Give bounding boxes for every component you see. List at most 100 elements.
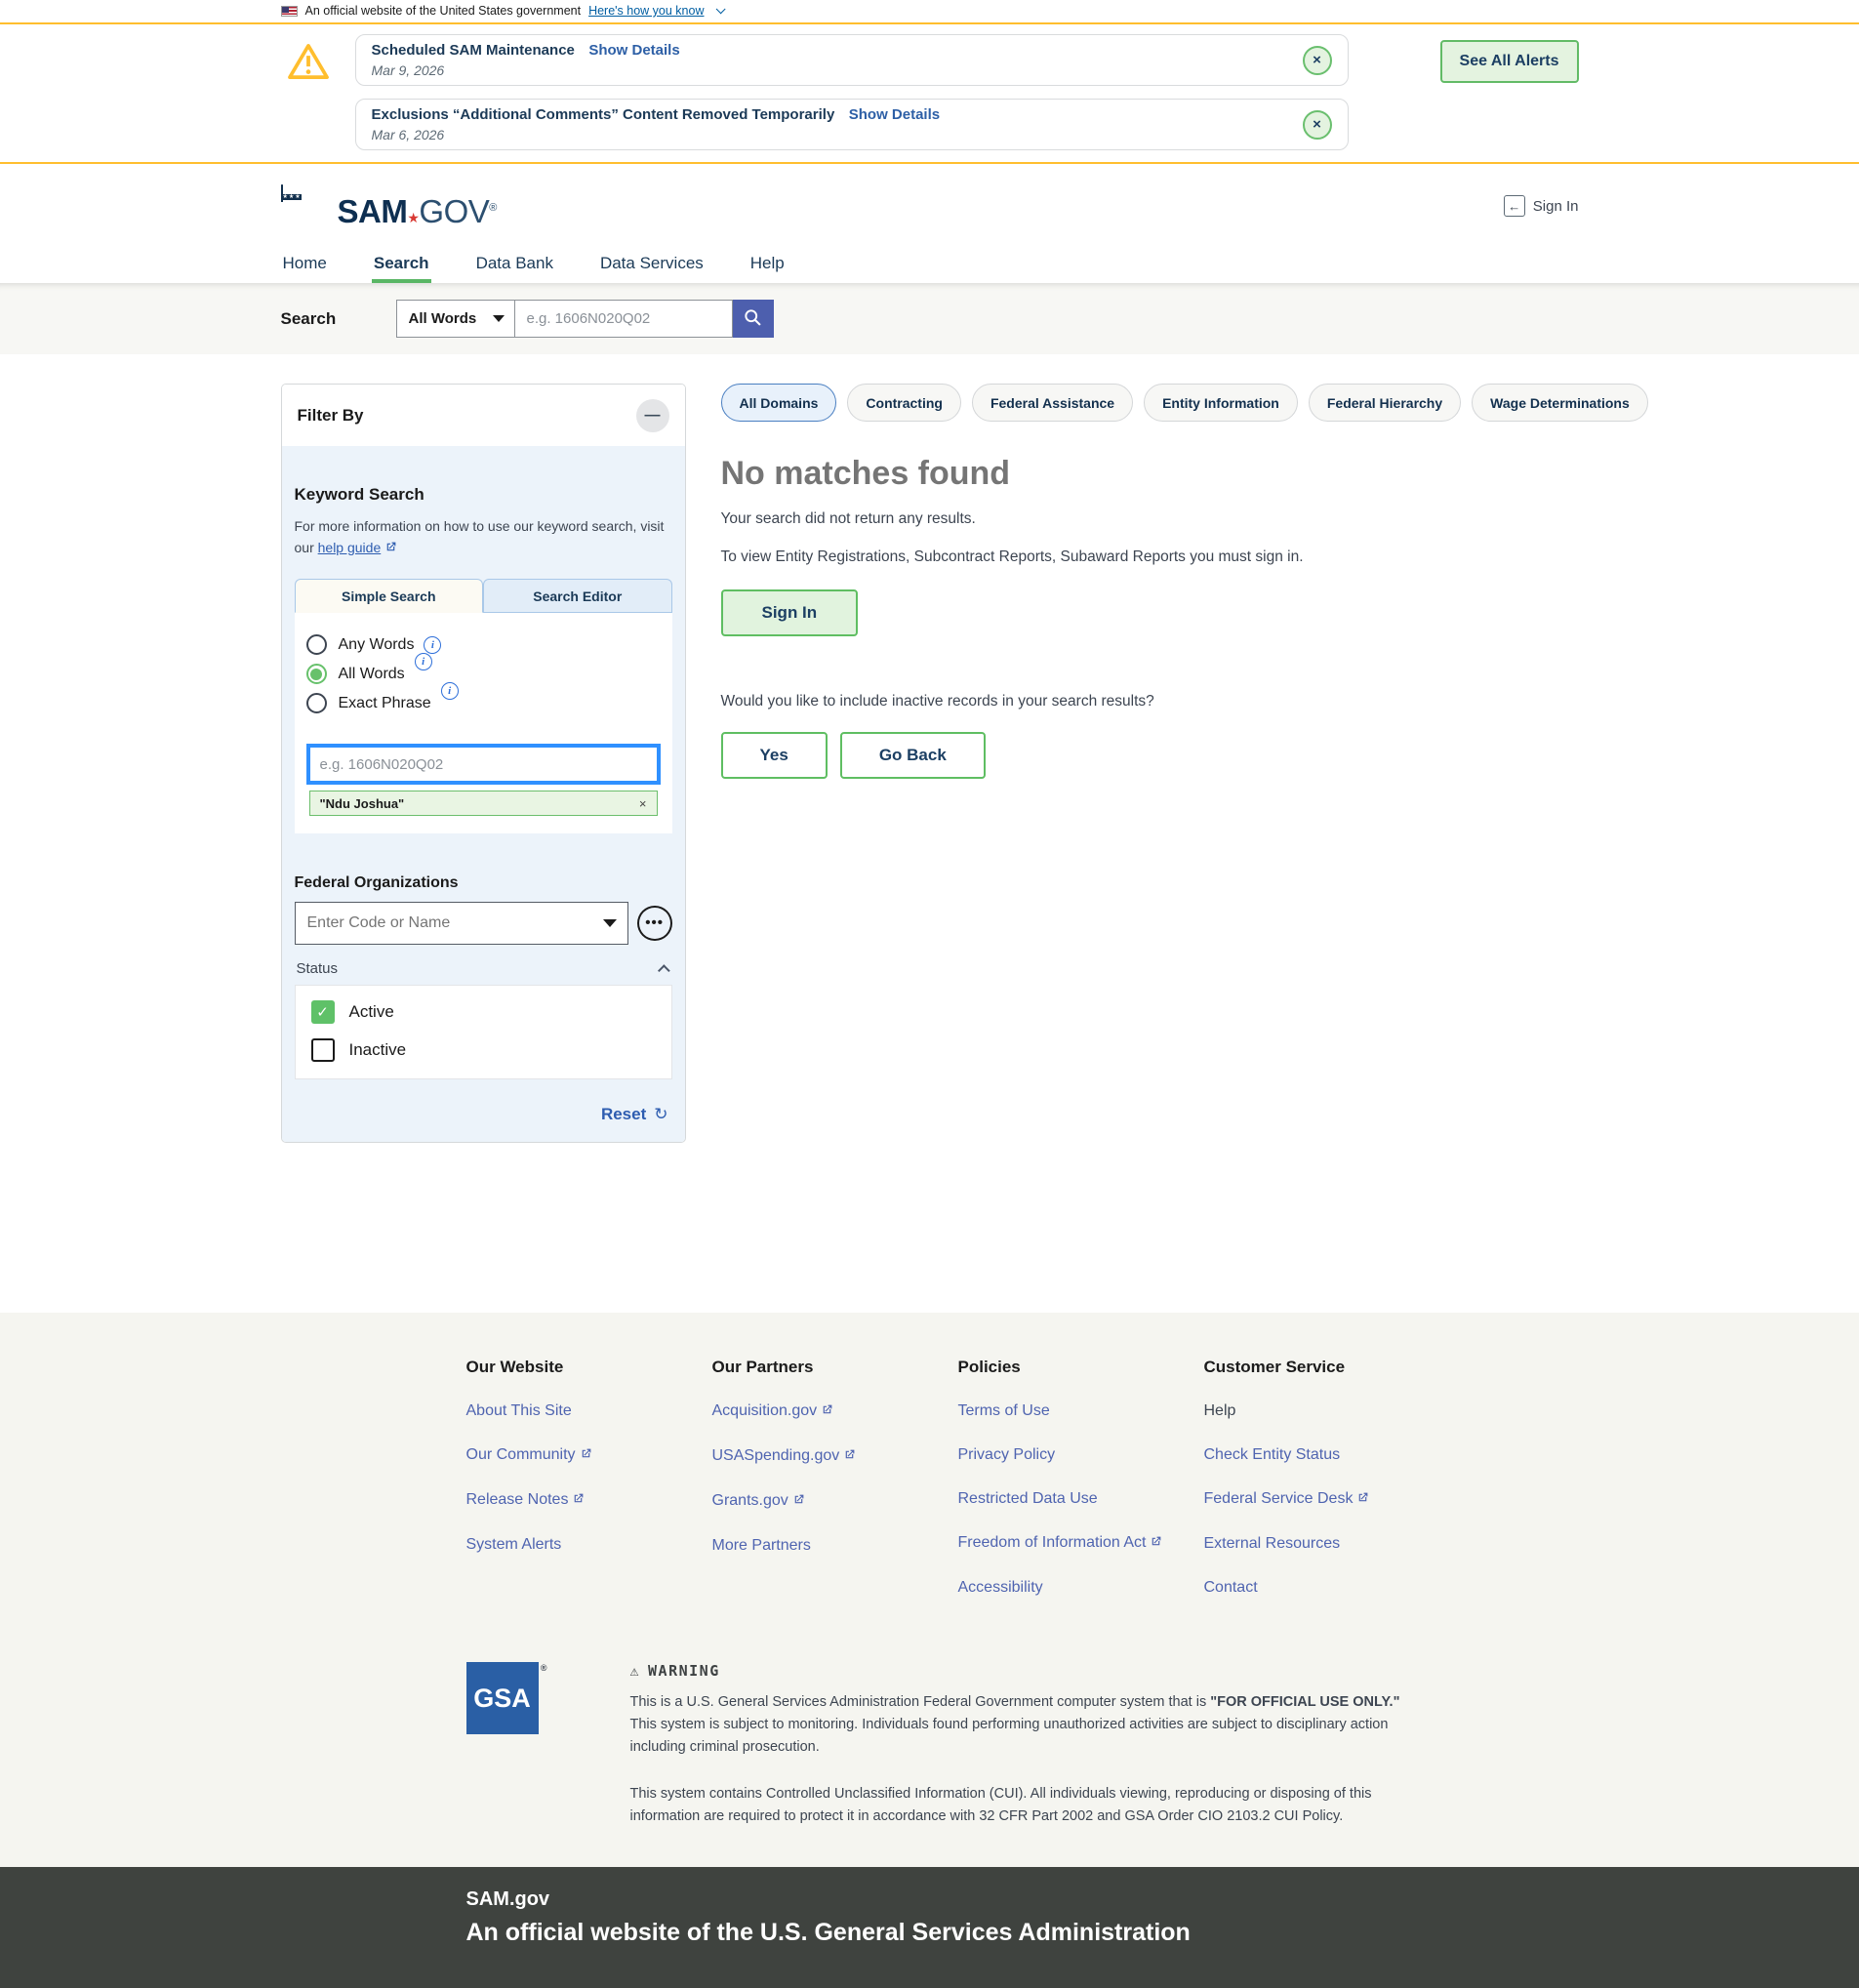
checkbox-label-active[interactable]: Active <box>349 1002 394 1022</box>
how-you-know-link[interactable]: Here's how you know <box>588 4 704 18</box>
gov-banner-text: An official website of the United States… <box>304 4 582 18</box>
uncle-sam-hat-icon: ★★★ <box>280 184 332 226</box>
search-mode-select[interactable]: All Words <box>395 300 515 338</box>
results-line2: To view Entity Registrations, Subcontrac… <box>720 548 1304 565</box>
footer-link-about-this-site[interactable]: About This Site <box>466 1402 712 1420</box>
nav-item-data-bank[interactable]: Data Bank <box>474 246 555 283</box>
close-icon[interactable]: × <box>1302 109 1332 140</box>
site-header: ★★★ SAM★GOV® ← Sign In <box>0 164 1859 236</box>
checkbox-label-inactive[interactable]: Inactive <box>349 1040 407 1060</box>
status-box: ✓ Active Inactive <box>294 985 672 1080</box>
help-guide-link[interactable]: help guide <box>318 540 382 555</box>
search-label: Search <box>280 308 337 328</box>
radio-label-exact-phrase[interactable]: Exact Phrase <box>339 695 431 712</box>
footer-link-external-resources[interactable]: External Resources <box>1204 1535 1450 1553</box>
radio-label-any-words[interactable]: Any Words <box>339 636 415 654</box>
footer-link-federal-service-desk[interactable]: Federal Service Desk <box>1204 1490 1450 1509</box>
alert-title: Scheduled SAM Maintenance <box>371 42 575 59</box>
footer: Our Website About This Site Our Communit… <box>0 1313 1859 1867</box>
pill-contracting[interactable]: Contracting <box>847 384 961 422</box>
footer-link-restricted-data-use[interactable]: Restricted Data Use <box>958 1490 1204 1508</box>
chevron-up-icon[interactable] <box>657 964 670 978</box>
pill-entity-information[interactable]: Entity Information <box>1144 384 1298 422</box>
warning-icon: ⚠ <box>629 1662 641 1680</box>
footer-link-foia[interactable]: Freedom of Information Act <box>958 1534 1204 1553</box>
radio-all-words[interactable] <box>305 664 327 685</box>
top-search-input[interactable] <box>514 300 733 338</box>
federal-org-input[interactable] <box>294 902 628 946</box>
pill-all-domains[interactable]: All Domains <box>720 384 837 422</box>
chip-remove-icon[interactable]: × <box>639 796 647 811</box>
alert-title: Exclusions “Additional Comments” Content… <box>371 106 835 123</box>
footer-link-release-notes[interactable]: Release Notes <box>466 1491 712 1510</box>
nav-item-data-services[interactable]: Data Services <box>598 246 706 283</box>
nav-item-search[interactable]: Search <box>371 246 431 283</box>
pill-federal-hierarchy[interactable]: Federal Hierarchy <box>1308 384 1462 422</box>
footer-link-check-entity-status[interactable]: Check Entity Status <box>1204 1446 1450 1464</box>
warning-triangle-icon <box>287 42 330 86</box>
page: An official website of the United States… <box>0 0 1859 1988</box>
external-link-icon <box>1356 1491 1369 1509</box>
warning-paragraph-1: This is a U.S. General Services Administ… <box>629 1694 1400 1756</box>
sign-in-button[interactable]: Sign In <box>720 589 859 637</box>
info-icon[interactable]: i <box>424 635 442 654</box>
reset-link[interactable]: Reset <box>601 1105 646 1124</box>
radio-any-words[interactable] <box>305 634 327 656</box>
footer-link-acquisition-gov[interactable]: Acquisition.gov <box>712 1402 958 1421</box>
footer-link-privacy-policy[interactable]: Privacy Policy <box>958 1446 1204 1464</box>
gov-banner: An official website of the United States… <box>0 0 1859 24</box>
alert-card: Exclusions “Additional Comments” Content… <box>354 99 1349 150</box>
go-back-button[interactable]: Go Back <box>839 732 986 780</box>
footer-link-accessibility[interactable]: Accessibility <box>958 1579 1204 1597</box>
yes-button[interactable]: Yes <box>720 732 828 780</box>
collapse-filter-button[interactable]: — <box>635 399 669 432</box>
results-line1: Your search did not return any results. <box>720 510 976 527</box>
keyword-info-text: For more information on how to use our k… <box>295 516 672 559</box>
main-nav: Home Search Data Bank Data Services Help <box>0 236 1859 283</box>
chevron-down-icon <box>715 3 726 14</box>
radio-label-all-words[interactable]: All Words <box>339 666 405 683</box>
footer-link-contact[interactable]: Contact <box>1204 1579 1450 1597</box>
tab-search-editor[interactable]: Search Editor <box>483 579 672 614</box>
pill-wage-determinations[interactable]: Wage Determinations <box>1472 384 1648 422</box>
footer-link-grants-gov[interactable]: Grants.gov <box>712 1492 958 1511</box>
header-sign-in-link[interactable]: ← Sign In <box>1503 195 1579 217</box>
keyword-search-heading: Keyword Search <box>294 485 424 504</box>
see-all-alerts-button[interactable]: See All Alerts <box>1439 40 1579 83</box>
status-label: Status <box>296 960 339 978</box>
nav-item-help[interactable]: Help <box>748 246 787 283</box>
footer-link-usaspending-gov[interactable]: USASpending.gov <box>712 1447 958 1466</box>
caret-down-icon <box>492 315 505 322</box>
footer-col-customer-service: Customer Service Help Check Entity Statu… <box>1204 1358 1450 1623</box>
footer-link-our-community[interactable]: Our Community <box>466 1446 712 1465</box>
keyword-chip: "Ndu Joshua" × <box>308 791 658 817</box>
close-icon[interactable]: × <box>1302 45 1332 75</box>
chip-label: "Ndu Joshua" <box>319 795 405 811</box>
nav-item-home[interactable]: Home <box>281 246 329 283</box>
footer-link-system-alerts[interactable]: System Alerts <box>466 1536 712 1554</box>
alert-show-details-link[interactable]: Show Details <box>588 42 679 59</box>
footer-link-help[interactable]: Help <box>1204 1402 1450 1420</box>
warning-block: ⚠ WARNING This is a U.S. General Service… <box>630 1662 1401 1828</box>
radio-exact-phrase[interactable] <box>305 693 327 714</box>
external-link-icon <box>1150 1535 1162 1553</box>
info-icon[interactable]: i <box>414 652 432 670</box>
sam-gov-logo[interactable]: ★★★ SAM★GOV® <box>280 184 497 227</box>
checkbox-inactive[interactable] <box>310 1038 335 1063</box>
search-button[interactable] <box>732 300 774 338</box>
more-options-icon[interactable]: ••• <box>636 906 672 942</box>
domain-pills: All Domains Contracting Federal Assistan… <box>720 384 1648 422</box>
keyword-tabs: Simple Search Search Editor <box>294 579 672 614</box>
footer-link-more-partners[interactable]: More Partners <box>712 1537 958 1555</box>
sign-in-arrow-icon: ← <box>1503 195 1525 217</box>
footer-site-name: SAM.gov <box>465 1887 550 1910</box>
reset-icon[interactable]: ↻ <box>654 1105 667 1124</box>
info-icon[interactable]: i <box>440 681 459 700</box>
no-matches-title: No matches found <box>720 455 1011 492</box>
alert-show-details-link[interactable]: Show Details <box>849 106 940 123</box>
checkbox-active[interactable]: ✓ <box>310 1000 335 1025</box>
pill-federal-assistance[interactable]: Federal Assistance <box>971 384 1134 422</box>
keyword-search-input[interactable] <box>305 744 661 786</box>
tab-simple-search[interactable]: Simple Search <box>294 579 483 614</box>
footer-link-terms-of-use[interactable]: Terms of Use <box>958 1402 1204 1420</box>
